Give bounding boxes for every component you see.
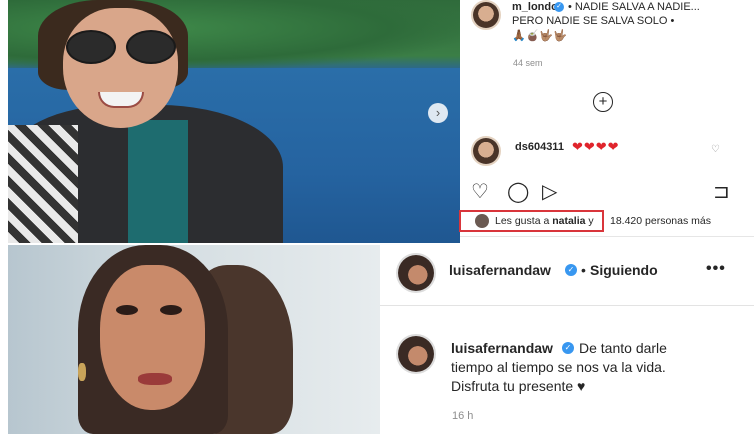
sunglasses-right-lens bbox=[126, 30, 176, 64]
save-bookmark-icon[interactable]: ⊐ bbox=[713, 182, 730, 202]
caption-line-1: De tanto darle bbox=[579, 340, 667, 356]
caption-line-2: tiempo al tiempo se nos va la vida. bbox=[451, 359, 666, 375]
load-more-comments-icon[interactable]: + bbox=[593, 92, 613, 112]
right-eye bbox=[160, 305, 182, 315]
avatar[interactable] bbox=[471, 0, 501, 30]
liker-avatar[interactable] bbox=[475, 214, 489, 228]
caption-line-3: Disfruta tu presente ♥ bbox=[451, 378, 586, 394]
left-eye bbox=[116, 305, 138, 315]
post-timestamp[interactable]: 16 h bbox=[452, 410, 473, 422]
verified-badge-icon: ✓ bbox=[554, 2, 564, 12]
verified-badge-icon: ✓ bbox=[565, 264, 577, 276]
comment-like-icon[interactable]: ♡ bbox=[711, 144, 720, 155]
shirt-collar bbox=[128, 120, 188, 243]
liker-name[interactable]: natalia bbox=[552, 215, 585, 227]
face bbox=[100, 265, 205, 410]
bottom-post-photo[interactable] bbox=[8, 245, 380, 434]
earring bbox=[78, 363, 86, 381]
comment-icon[interactable]: ◯ bbox=[507, 182, 529, 202]
share-icon[interactable]: ▷ bbox=[542, 182, 557, 202]
separator-dot: • bbox=[581, 262, 586, 278]
likes-by-text[interactable]: Les gusta a natalia y bbox=[495, 215, 594, 227]
caption-line-2: PERO NADIE SE SALVA SOLO • bbox=[512, 15, 675, 27]
likes-count[interactable]: 18.420 personas más bbox=[610, 215, 711, 227]
divider bbox=[460, 236, 754, 237]
top-post-photo[interactable]: › bbox=[8, 0, 460, 243]
post-timestamp[interactable]: 44 sem bbox=[513, 58, 543, 68]
following-button[interactable]: Siguiendo bbox=[590, 262, 658, 278]
more-options-icon[interactable]: ••• bbox=[706, 260, 726, 278]
jacket-pattern bbox=[8, 125, 78, 243]
caption-line-1: • NADIE SALVA A NADIE... bbox=[568, 1, 700, 13]
lips bbox=[138, 373, 172, 385]
verified-badge-icon: ✓ bbox=[562, 342, 574, 354]
commenter-avatar[interactable] bbox=[471, 136, 501, 166]
divider bbox=[380, 305, 754, 306]
face bbox=[63, 8, 178, 128]
caption-emojis: 🙏🏾🧉🤟🏽🤟🏽 bbox=[512, 30, 567, 42]
caption-avatar[interactable] bbox=[396, 334, 436, 374]
commenter-username[interactable]: ds604311 bbox=[515, 141, 564, 153]
next-photo-icon[interactable]: › bbox=[428, 103, 448, 123]
avatar[interactable] bbox=[396, 253, 436, 293]
sunglasses-left-lens bbox=[66, 30, 116, 64]
caption-username[interactable]: luisafernandaw bbox=[451, 340, 553, 356]
comment-text: ❤❤❤❤ bbox=[572, 139, 620, 154]
like-heart-icon[interactable]: ♡ bbox=[471, 182, 489, 202]
post-author-username[interactable]: luisafernandaw bbox=[449, 262, 551, 278]
post-author-username[interactable]: m_londo bbox=[512, 1, 558, 13]
